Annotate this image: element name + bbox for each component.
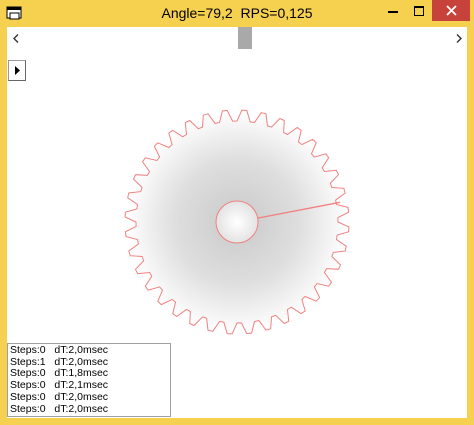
- maximize-button[interactable]: [406, 0, 432, 21]
- gear-hub: [215, 200, 259, 244]
- close-button[interactable]: [432, 0, 470, 21]
- app-window: Angle=79,2 RPS=0,125 Steps:0 dT:2,0msec …: [0, 0, 474, 425]
- minimize-button[interactable]: [379, 0, 406, 21]
- log-line: Steps:0 dT:2,0msec: [10, 402, 109, 415]
- minimize-icon: [387, 10, 398, 13]
- maximize-icon: [414, 5, 424, 16]
- log-line: Steps:0 dT:2,0msec: [10, 344, 109, 356]
- client-area: Steps:0 dT:2,0msec Steps:1 dT:2,0msec St…: [7, 27, 467, 418]
- close-icon: [445, 5, 457, 16]
- timing-log: Steps:0 dT:2,0msec Steps:1 dT:2,0msec St…: [7, 343, 171, 417]
- log-line: Steps:0 dT:2,0msec: [10, 390, 109, 403]
- title-bar[interactable]: Angle=79,2 RPS=0,125: [0, 0, 474, 27]
